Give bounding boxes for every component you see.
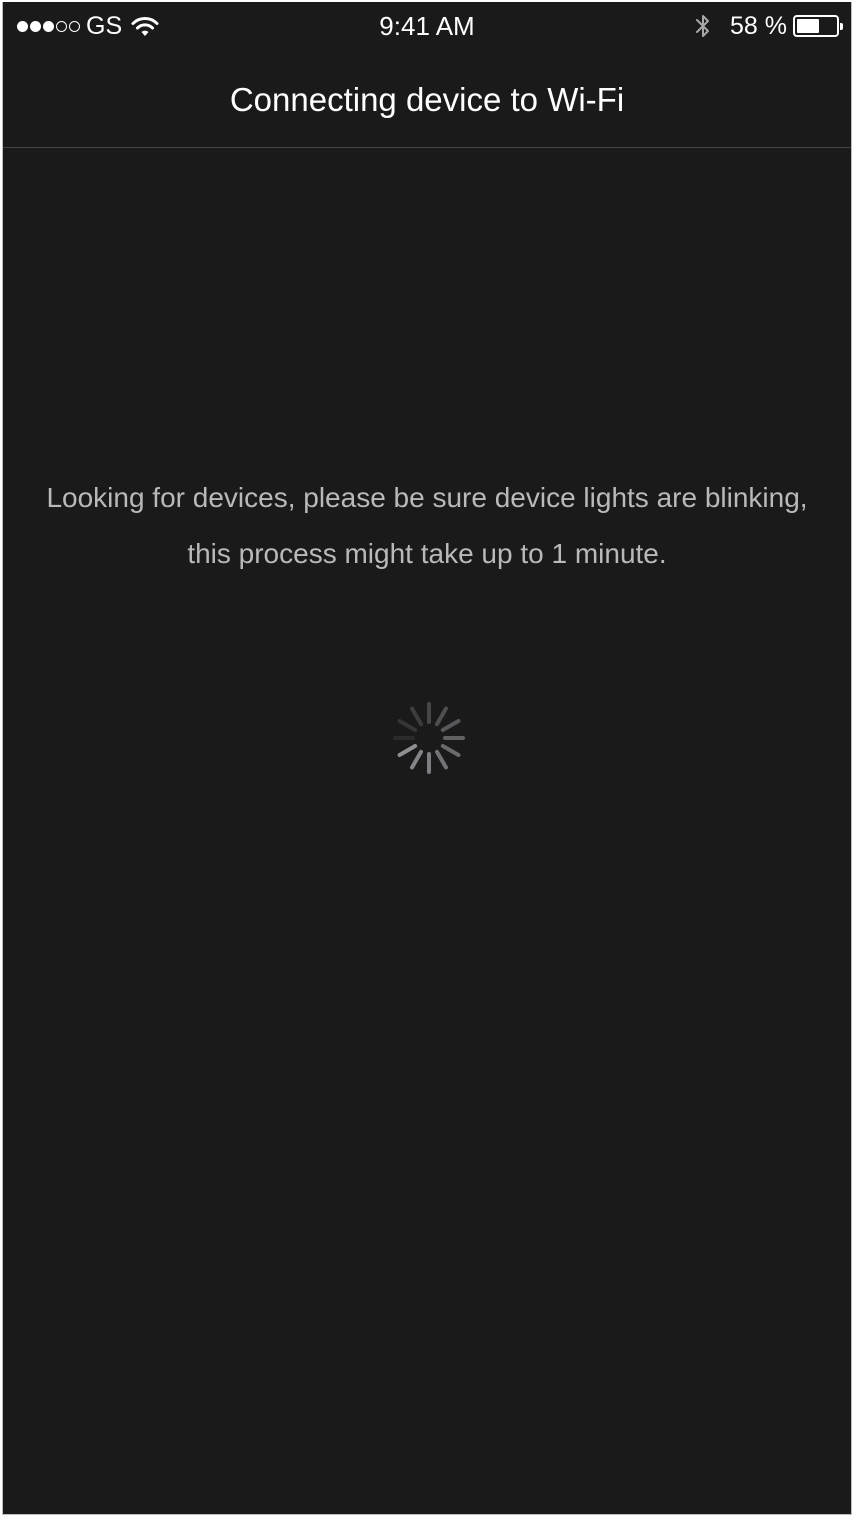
- message-line-1: Looking for devices, please be sure devi…: [46, 482, 808, 513]
- spinner-spoke: [410, 749, 423, 770]
- spinner-spoke: [440, 719, 461, 732]
- spinner-spoke: [397, 744, 418, 757]
- status-bar: GS 9:41 AM 58 %: [3, 2, 851, 50]
- status-right: 58 %: [694, 11, 843, 41]
- spinner-spoke: [410, 706, 423, 727]
- battery-percent: 58 %: [730, 12, 787, 40]
- phone-screen: GS 9:41 AM 58 % Connecting device to Wi-…: [2, 2, 852, 1515]
- battery-nub: [840, 23, 843, 30]
- spinner-spoke: [440, 744, 461, 757]
- bluetooth-icon: [696, 15, 710, 37]
- page-title: Connecting device to Wi-Fi: [229, 81, 625, 118]
- spinner-spoke: [435, 749, 448, 770]
- spinner-spoke: [435, 706, 448, 727]
- battery-fill: [797, 19, 819, 33]
- message-line-2: this process might take up to 1 minute.: [187, 538, 667, 569]
- spinner-spoke: [397, 719, 418, 732]
- battery-icon: [793, 15, 843, 37]
- activity-spinner-icon: [393, 702, 465, 774]
- instruction-message: Looking for devices, please be sure devi…: [23, 470, 831, 582]
- navigation-bar: Connecting device to Wi-Fi: [3, 50, 851, 148]
